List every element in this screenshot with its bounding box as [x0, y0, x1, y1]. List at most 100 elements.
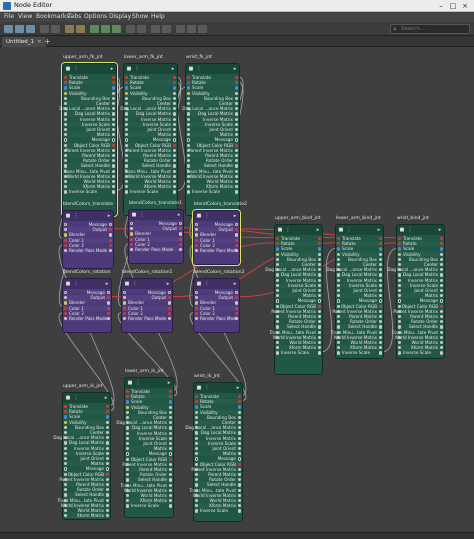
port-inverse-scale[interactable]: Inverse Scale — [186, 189, 239, 194]
input-port-dot[interactable] — [337, 351, 341, 355]
output-port-dot[interactable] — [234, 159, 238, 163]
node-lower-arm-bind[interactable]: lower_arm_bind_jnt ■ ⋮ ▸ Translate Rotate Scal… — [326, 216, 384, 359]
output-port-dot[interactable] — [105, 410, 109, 414]
output-port-dot[interactable] — [237, 436, 241, 440]
input-port-dot[interactable] — [64, 291, 68, 295]
input-port-dot[interactable] — [195, 504, 199, 508]
input-port-dot[interactable] — [276, 289, 280, 293]
output-port-dot[interactable] — [105, 514, 109, 518]
node-icon[interactable]: ■ — [338, 227, 344, 233]
input-port-dot[interactable] — [126, 395, 130, 399]
node-wrist-ik[interactable]: wrist_ik_jnt ■ ⋮ ▸ Translate Rotate Scale Visib… — [185, 374, 243, 522]
output-port-dot[interactable] — [167, 291, 171, 295]
output-port-dot[interactable] — [111, 128, 115, 132]
input-port-dot[interactable] — [130, 227, 134, 231]
output-port-dot[interactable] — [172, 96, 176, 100]
output-port-dot[interactable] — [172, 76, 176, 80]
input-port-dot[interactable] — [64, 223, 68, 227]
output-port-dot[interactable] — [237, 415, 241, 419]
output-port-dot[interactable] — [172, 164, 176, 168]
input-port-dot[interactable] — [125, 76, 129, 80]
port-render-pass-mode[interactable]: Render Pass Mode — [122, 316, 172, 321]
output-port-dot[interactable] — [168, 494, 172, 498]
output-port-dot[interactable] — [105, 498, 109, 502]
input-port-dot[interactable] — [64, 190, 68, 194]
output-port-dot[interactable] — [237, 441, 241, 445]
input-port-dot[interactable] — [64, 472, 68, 476]
input-port-dot[interactable] — [126, 468, 130, 472]
output-port-dot[interactable] — [105, 451, 109, 455]
output-port-dot[interactable] — [237, 395, 241, 399]
node-upper-arm-fk[interactable]: upper_arm_fk_jnt ■ ⋮ ▸ Translate Rotate Scale V… — [59, 55, 117, 216]
output-port-dot[interactable] — [439, 304, 443, 308]
output-port-dot[interactable] — [317, 283, 321, 287]
output-port-dot[interactable] — [317, 315, 321, 319]
output-port-dot[interactable] — [105, 503, 109, 507]
input-port-dot[interactable] — [337, 341, 341, 345]
output-port-dot[interactable] — [234, 81, 238, 85]
input-port-dot[interactable] — [126, 436, 130, 440]
output-port-dot[interactable] — [105, 431, 109, 435]
output-port-dot[interactable] — [439, 330, 443, 334]
port-inverse-scale[interactable]: Inverse Scale — [275, 350, 322, 355]
output-port-dot[interactable] — [172, 102, 176, 106]
input-port-dot[interactable] — [126, 457, 130, 461]
output-port-dot[interactable] — [317, 351, 321, 355]
output-port-dot[interactable] — [317, 330, 321, 334]
output-port-dot[interactable] — [172, 86, 176, 90]
output-port-dot[interactable] — [167, 306, 171, 310]
output-port-dot[interactable] — [439, 299, 443, 303]
output-port-dot[interactable] — [178, 242, 182, 246]
input-port-dot[interactable] — [64, 154, 68, 158]
input-port-dot[interactable] — [195, 306, 199, 310]
input-port-dot[interactable] — [126, 447, 130, 451]
node-icon[interactable]: ■ — [131, 212, 137, 218]
input-port-dot[interactable] — [64, 128, 68, 132]
output-port-dot[interactable] — [237, 457, 241, 461]
input-port-dot[interactable] — [64, 86, 68, 90]
input-port-dot[interactable] — [337, 346, 341, 350]
output-port-dot[interactable] — [105, 509, 109, 513]
input-port-dot[interactable] — [126, 442, 130, 446]
input-port-dot[interactable] — [64, 164, 68, 168]
input-port-dot[interactable] — [276, 315, 280, 319]
input-port-dot[interactable] — [195, 228, 199, 232]
attribute-mode-icon[interactable]: ⋮ — [407, 227, 413, 233]
port-render-pass-mode[interactable]: Render Pass Mode — [129, 247, 183, 252]
input-port-dot[interactable] — [195, 488, 199, 492]
node-blend-rotation1[interactable]: blendColors_rotation1 ■ ⋮ ▸ Message Output Ble… — [121, 270, 173, 333]
input-port-dot[interactable] — [398, 351, 402, 355]
input-port-dot[interactable] — [126, 478, 130, 482]
input-port-dot[interactable] — [64, 425, 68, 429]
node-header[interactable]: ■ ⋮ ▸ — [63, 279, 111, 289]
input-port-dot[interactable] — [398, 263, 402, 267]
input-port-dot[interactable] — [187, 180, 191, 184]
input-port-dot[interactable] — [337, 289, 341, 293]
input-port-dot[interactable] — [187, 76, 191, 80]
output-port-dot[interactable] — [105, 467, 109, 471]
node-blend-translate2[interactable]: blendColors_translate2 ■ ⋮ ▸ Message Output Bl… — [193, 202, 247, 265]
input-port-dot[interactable] — [64, 498, 68, 502]
output-port-dot[interactable] — [317, 309, 321, 313]
output-port-dot[interactable] — [172, 190, 176, 194]
output-port-dot[interactable] — [168, 390, 172, 394]
close-icon[interactable]: × — [460, 1, 470, 11]
attribute-mode-icon[interactable]: ⋮ — [139, 212, 145, 218]
input-port-dot[interactable] — [195, 317, 199, 321]
output-port-dot[interactable] — [439, 325, 443, 329]
frame-selected-icon[interactable] — [76, 25, 85, 33]
frame-all-icon[interactable] — [65, 25, 74, 33]
port-render-pass-mode[interactable]: Render Pass Mode — [63, 316, 111, 321]
output-port-dot[interactable] — [172, 138, 176, 142]
input-port-dot[interactable] — [64, 249, 68, 253]
node-icon[interactable]: ■ — [196, 213, 202, 219]
input-port-dot[interactable] — [195, 238, 199, 242]
input-port-dot[interactable] — [337, 315, 341, 319]
output-port-dot[interactable] — [234, 174, 238, 178]
input-port-dot[interactable] — [125, 190, 129, 194]
output-port-dot[interactable] — [378, 346, 382, 350]
output-port-dot[interactable] — [317, 268, 321, 272]
graph-output-icon[interactable] — [26, 25, 35, 33]
output-port-dot[interactable] — [237, 509, 241, 513]
input-port-dot[interactable] — [398, 257, 402, 261]
